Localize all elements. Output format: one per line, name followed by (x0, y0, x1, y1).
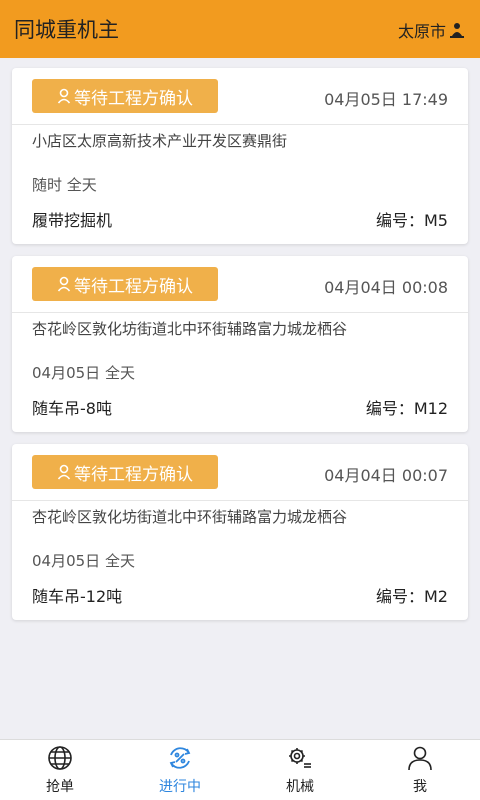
app-header: 同城重机主 太原市 (0, 0, 480, 58)
percent-cycle-icon (169, 747, 191, 769)
machine-type: 履带挖掘机 (32, 211, 113, 230)
order-datetime: 04月04日 00:07 (324, 466, 448, 485)
status-text: 等待工程方确认 (74, 88, 193, 109)
order-address: 杏花岭区敦化坊街道北中环街辅路富力城龙栖谷 (32, 320, 348, 338)
city-label: 太原市 (397, 22, 446, 41)
machine-code: 编号：M2 (376, 587, 448, 606)
tab-me[interactable]: 我 (360, 740, 480, 800)
tab-in-progress[interactable]: 进行中 (120, 740, 240, 800)
card-header: 等待工程方确认 04月05日 17:49 (12, 68, 468, 125)
order-card[interactable]: 等待工程方确认 04月05日 17:49 小店区太原高新技术产业开发区赛鼎街 随… (12, 68, 468, 244)
order-datetime: 04月04日 00:08 (324, 278, 448, 297)
order-schedule: 04月05日 全天 (32, 364, 135, 382)
user-wait-icon (57, 88, 71, 104)
order-address: 小店区太原高新技术产业开发区赛鼎街 (32, 132, 288, 150)
user-wait-icon (57, 276, 71, 292)
location-person-icon (450, 23, 464, 38)
city-selector[interactable]: 太原市 (398, 18, 464, 42)
app-title: 同城重机主 (14, 18, 119, 42)
bottom-tab-bar: 抢单 进行中 机械 我 (0, 739, 480, 800)
machine-type: 随车吊-12吨 (32, 587, 123, 606)
status-badge: 等待工程方确认 (32, 267, 218, 301)
status-badge: 等待工程方确认 (32, 79, 218, 113)
tab-label: 抢单 (46, 779, 74, 795)
order-address: 杏花岭区敦化坊街道北中环街辅路富力城龙栖谷 (32, 508, 348, 526)
machine-type: 随车吊-8吨 (32, 399, 112, 418)
order-card[interactable]: 等待工程方确认 04月04日 00:08 杏花岭区敦化坊街道北中环街辅路富力城龙… (12, 256, 468, 432)
tab-label: 进行中 (159, 779, 201, 795)
status-text: 等待工程方确认 (74, 464, 193, 485)
order-schedule: 04月05日 全天 (32, 552, 135, 570)
person-icon (408, 746, 432, 771)
tab-machinery[interactable]: 机械 (240, 740, 360, 800)
order-card[interactable]: 等待工程方确认 04月04日 00:07 杏花岭区敦化坊街道北中环街辅路富力城龙… (12, 444, 468, 620)
user-wait-icon (57, 464, 71, 480)
tab-label: 机械 (286, 779, 314, 795)
card-header: 等待工程方确认 04月04日 00:07 (12, 444, 468, 501)
machine-code: 编号：M5 (376, 211, 448, 230)
globe-icon (48, 746, 72, 770)
machine-gear-icon (289, 748, 311, 768)
card-header: 等待工程方确认 04月04日 00:08 (12, 256, 468, 313)
machine-code: 编号：M12 (365, 399, 448, 418)
status-badge: 等待工程方确认 (32, 455, 218, 489)
order-list: 等待工程方确认 04月05日 17:49 小店区太原高新技术产业开发区赛鼎街 随… (12, 68, 468, 632)
tab-label: 我 (413, 779, 427, 795)
tab-grab-orders[interactable]: 抢单 (0, 740, 120, 800)
order-datetime: 04月05日 17:49 (324, 90, 448, 109)
status-text: 等待工程方确认 (74, 276, 193, 297)
order-schedule: 随时 全天 (32, 176, 97, 194)
